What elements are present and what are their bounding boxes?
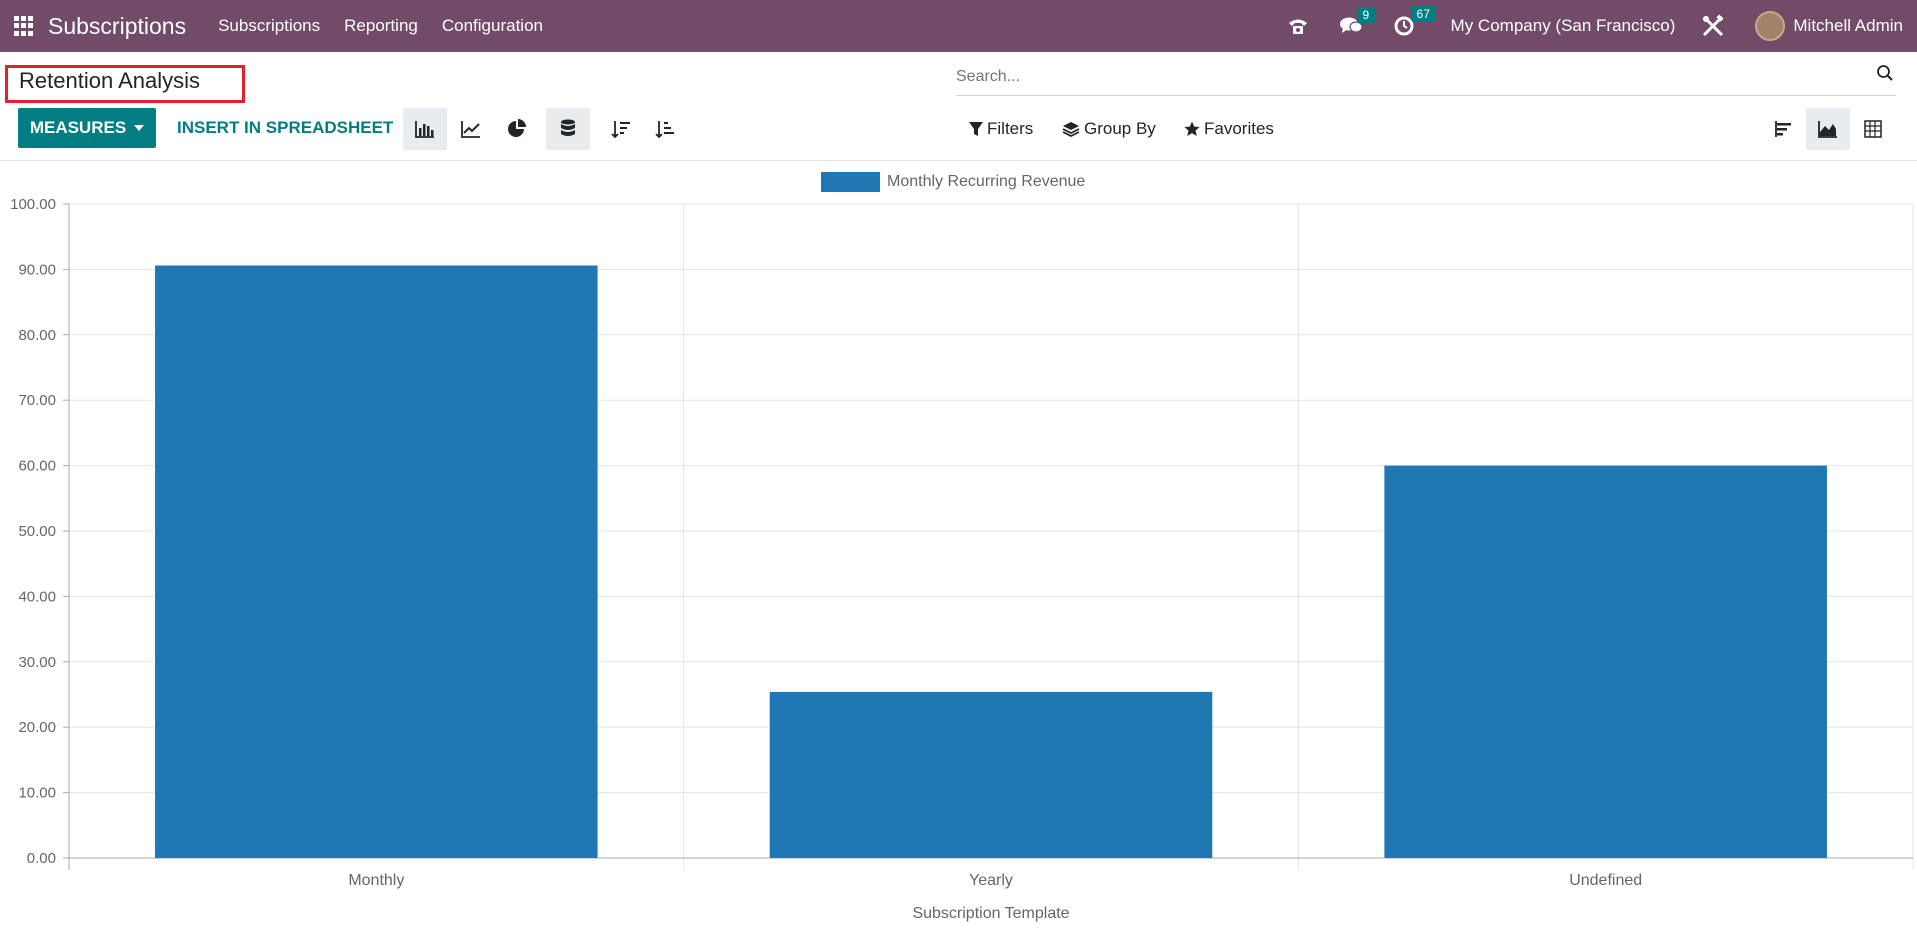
messages-icon[interactable]: 9: [1339, 7, 1376, 36]
legend-label: Monthly Recurring Revenue: [887, 173, 1086, 190]
horizontal-bar-view-button[interactable]: [1762, 108, 1806, 150]
page-title: Retention Analysis: [19, 68, 200, 93]
pie-chart-icon: [508, 119, 526, 137]
sort-descending-icon: [611, 121, 630, 139]
menu-reporting[interactable]: Reporting: [344, 16, 418, 36]
x-tick-label: Monthly: [348, 872, 404, 889]
y-tick-label: 0.00: [27, 850, 56, 867]
sort-descending-button[interactable]: [599, 108, 643, 150]
user-name[interactable]: Mitchell Admin: [1793, 16, 1903, 36]
y-tick-label: 100.00: [10, 196, 56, 213]
bar-undefined: [1384, 465, 1827, 858]
horizontal-bars-icon: [1775, 121, 1791, 137]
y-tick-label: 10.00: [18, 785, 56, 802]
bar-chart: 0.00 10.00 20.00 30.00 40.00 50.00 60.00 70.00 8…: [10, 196, 1914, 922]
apps-menu-icon[interactable]: [14, 16, 34, 36]
y-tick-label: 90.00: [18, 261, 56, 278]
filters-label: Filters: [987, 119, 1034, 138]
menu-subscriptions[interactable]: Subscriptions: [218, 16, 320, 36]
favorites-button[interactable]: Favorites: [1184, 119, 1274, 139]
x-axis-label: Subscription Template: [912, 905, 1069, 922]
group-by-label: Group By: [1084, 119, 1156, 138]
debug-tools-icon[interactable]: [1701, 14, 1725, 38]
activities-icon[interactable]: 67: [1393, 6, 1436, 37]
bar-chart-icon: [415, 121, 434, 138]
x-tick-label: Undefined: [1569, 872, 1642, 889]
bar-chart-button[interactable]: [403, 108, 447, 150]
x-tick-label: Yearly: [969, 872, 1013, 889]
line-chart-icon: [461, 121, 480, 138]
activities-badge: 67: [1410, 6, 1436, 22]
toolbar-divider: [0, 160, 1917, 161]
pivot-view-button[interactable]: [1851, 108, 1895, 150]
y-tick-label: 30.00: [18, 654, 56, 671]
user-avatar[interactable]: [1755, 11, 1786, 41]
search-input[interactable]: [956, 62, 1836, 92]
database-icon: [561, 119, 575, 136]
line-chart-button[interactable]: [449, 108, 493, 150]
sort-ascending-icon: [655, 121, 674, 139]
y-tick-label: 70.00: [18, 392, 56, 409]
filter-icon: [969, 122, 983, 136]
star-icon: [1184, 121, 1200, 136]
legend-swatch: [821, 172, 880, 192]
y-tick-label: 50.00: [18, 523, 56, 540]
stacked-button[interactable]: [546, 108, 590, 150]
y-tick-label: 60.00: [18, 458, 56, 475]
favorites-label: Favorites: [1204, 119, 1274, 138]
top-navbar: Subscriptions Subscriptions Reporting Co…: [0, 0, 1917, 52]
bar-monthly: [155, 265, 598, 858]
pie-chart-button[interactable]: [495, 108, 539, 150]
messages-badge: 9: [1356, 7, 1376, 23]
measures-label: MEASURES: [29, 118, 127, 137]
chart-area: Monthly Recurring Revenue 0.00 10.00 20.00…: [0, 162, 1917, 929]
table-grid-icon: [1864, 120, 1882, 138]
y-tick-label: 80.00: [18, 327, 56, 344]
area-chart-icon: [1818, 121, 1837, 138]
menu-configuration[interactable]: Configuration: [442, 16, 543, 36]
phone-icon[interactable]: [1287, 16, 1309, 36]
graph-view-button[interactable]: [1806, 108, 1850, 150]
group-by-button[interactable]: Group By: [1062, 119, 1156, 139]
chart-legend[interactable]: Monthly Recurring Revenue: [821, 172, 1085, 192]
filters-button[interactable]: Filters: [969, 119, 1033, 139]
bar-yearly: [769, 691, 1213, 858]
search-bar: [956, 62, 1896, 96]
y-tick-label: 40.00: [18, 588, 56, 605]
measures-button[interactable]: MEASURES: [18, 108, 156, 148]
sort-ascending-button[interactable]: [643, 108, 687, 150]
layers-icon: [1062, 122, 1080, 137]
insert-in-spreadsheet-button[interactable]: INSERT IN SPREADSHEET: [177, 118, 393, 138]
search-icon[interactable]: [1876, 64, 1894, 87]
caret-down-icon: [134, 125, 145, 131]
y-tick-label: 20.00: [18, 719, 56, 736]
company-switcher[interactable]: My Company (San Francisco): [1451, 16, 1676, 36]
app-title[interactable]: Subscriptions: [48, 13, 186, 40]
